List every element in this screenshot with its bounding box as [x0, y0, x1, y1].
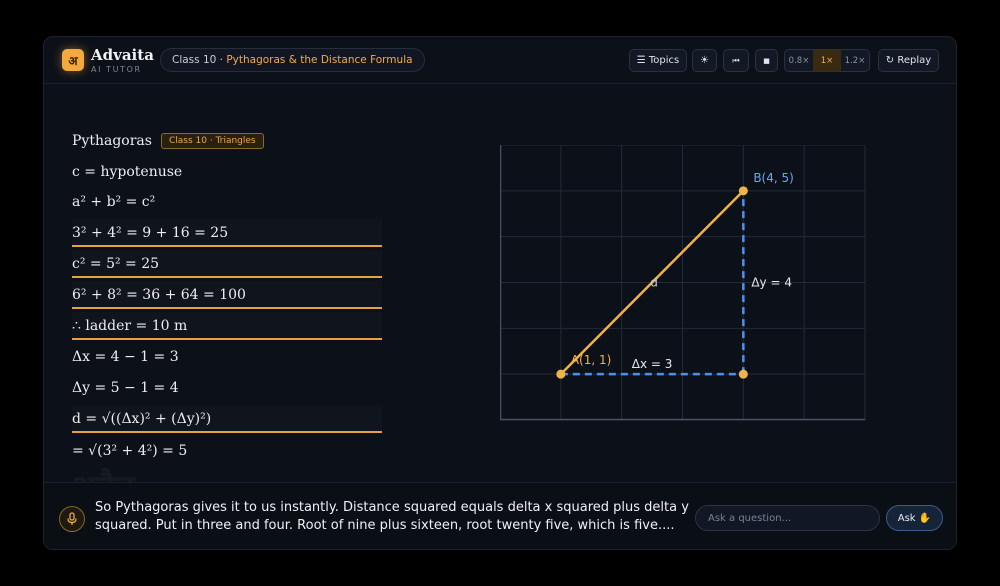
speed-selector: 0.8× 1× 1.2×	[784, 49, 870, 72]
footer: So Pythagoras gives it to us instantly. …	[44, 482, 956, 549]
sun-icon: ☀	[700, 55, 709, 66]
theme-toggle-button[interactable]: ☀	[692, 49, 717, 72]
stop-icon: ■	[763, 56, 770, 65]
math-line: c² = 5² = 25	[72, 250, 382, 278]
math-line: 3² + 4² = 9 + 16 = 25	[72, 219, 382, 247]
ask-button[interactable]: Ask ✋	[886, 505, 943, 531]
mic-button[interactable]	[59, 506, 85, 532]
delta-x-label: Δx = 3	[632, 357, 673, 371]
replay-button[interactable]: ↻ Replay	[878, 49, 939, 72]
math-line: Δx = 4 − 1 = 3	[72, 349, 179, 365]
math-line: a² + b² = c²	[72, 194, 156, 210]
logo-icon: अ	[62, 49, 84, 71]
point-b-label: B(4, 5)	[753, 171, 794, 185]
coordinate-graph: A(1, 1) B(4, 5) Δx = 3 Δy = 4 d	[500, 145, 866, 421]
breadcrumb: Class 10 · Pythagoras & the Distance For…	[160, 48, 425, 72]
point-a-marker	[556, 369, 566, 379]
topics-button[interactable]: ☰ Topics	[629, 49, 687, 72]
stop-button[interactable]: ■	[755, 49, 778, 72]
restart-button[interactable]: ⏮	[723, 49, 749, 72]
breadcrumb-class: Class 10 ·	[172, 54, 227, 66]
lesson-title: Pythagoras	[72, 133, 152, 149]
corner-point-marker	[738, 369, 748, 379]
math-line: = √(3² + 4²) = 5	[72, 443, 188, 459]
point-a-label: A(1, 1)	[571, 353, 611, 367]
brand-subtitle: AI TUTOR	[91, 65, 142, 74]
math-line: ∴ ladder = 10 m	[72, 312, 382, 340]
ask-question-input[interactable]	[695, 505, 880, 531]
speed-1-button[interactable]: 1×	[813, 50, 841, 71]
delta-y-label: Δy = 4	[751, 276, 792, 290]
skip-back-icon: ⏮	[732, 55, 740, 65]
speed-1-2-button[interactable]: 1.2×	[841, 50, 869, 71]
speed-0-8-button[interactable]: 0.8×	[785, 50, 813, 71]
point-b-marker	[738, 186, 748, 196]
math-line: c = hypotenuse	[72, 164, 183, 180]
math-line: Δy = 5 − 1 = 4	[72, 380, 179, 396]
microphone-icon	[67, 512, 77, 525]
math-line: d = √((Δx)² + (Δy)²)	[72, 405, 382, 433]
header: अ Advaita AI TUTOR Class 10 · Pythagoras…	[44, 37, 956, 84]
narration-caption: So Pythagoras gives it to us instantly. …	[95, 500, 689, 533]
lesson-badge: Class 10 · Triangles	[161, 133, 264, 149]
app-window: अ Advaita AI TUTOR Class 10 · Pythagoras…	[43, 36, 957, 550]
breadcrumb-topic: Pythagoras & the Distance Formula	[226, 54, 413, 66]
brand-name: Advaita	[91, 46, 154, 64]
hypotenuse-label: d	[650, 276, 658, 290]
math-line: 6² + 8² = 36 + 64 = 100	[72, 281, 382, 309]
